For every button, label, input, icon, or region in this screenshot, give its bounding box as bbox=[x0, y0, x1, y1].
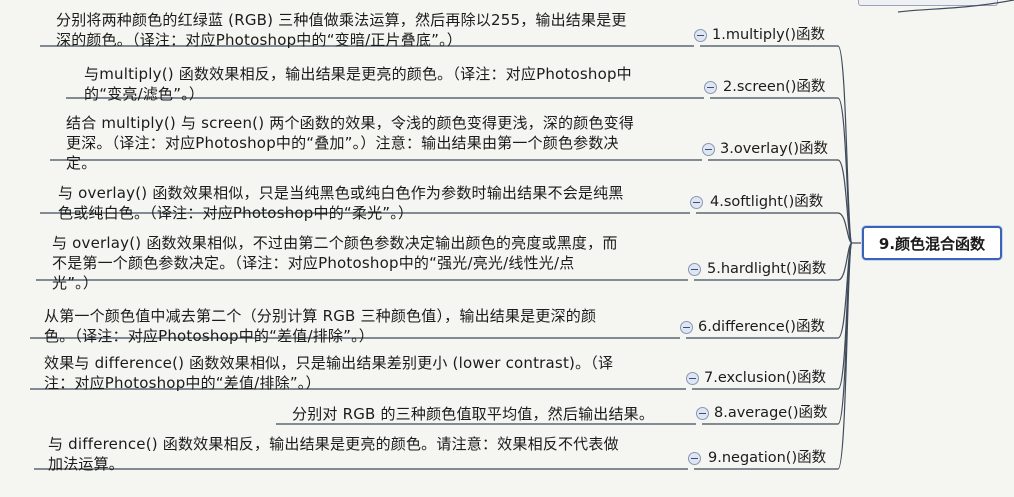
collapse-toggle-icon[interactable] bbox=[704, 81, 717, 94]
node-description-7[interactable]: 效果与 difference() 函数效果相似，只是输出结果差别更小 (lowe… bbox=[44, 353, 613, 393]
description-line: 色。（译注：对应Photoshop中的“差值/排除”。） bbox=[44, 327, 375, 345]
description-line: 注：对应Photoshop中的“差值/排除”。） bbox=[44, 374, 321, 392]
description-line: 加法运算。 bbox=[48, 455, 125, 473]
collapse-toggle-icon[interactable] bbox=[686, 372, 699, 385]
mindmap-canvas: 9.颜色混合函数 分别将两种颜色的红绿蓝 (RGB) 三种值做乘法运算，然后再除… bbox=[0, 0, 1014, 497]
node-description-3[interactable]: 结合 multiply() 与 screen() 两个函数的效果，令浅的颜色变得… bbox=[66, 113, 634, 173]
description-line: 不是第一个颜色参数决定。（译注：对应Photoshop中的“强光/亮光/线性光/… bbox=[52, 254, 575, 272]
description-line: 的“变亮/滤色”。） bbox=[84, 85, 205, 103]
node-description-8[interactable]: 分别对 RGB 的三种颜色值取平均值，然后输出结果。 bbox=[292, 404, 654, 424]
collapse-toggle-icon[interactable] bbox=[688, 263, 701, 276]
upper-connector bbox=[897, 0, 1014, 13]
collapse-toggle-icon[interactable] bbox=[680, 321, 693, 334]
node-description-1[interactable]: 分别将两种颜色的红绿蓝 (RGB) 三种值做乘法运算，然后再除以255，输出结果… bbox=[56, 10, 627, 50]
function-node-4[interactable]: 4.softlight()函数 bbox=[710, 192, 823, 212]
description-line: 光”。） bbox=[52, 274, 99, 292]
root-node[interactable]: 9.颜色混合函数 bbox=[862, 226, 1002, 260]
function-node-7[interactable]: 7.exclusion()函数 bbox=[704, 368, 826, 388]
collapse-toggle-icon[interactable] bbox=[696, 407, 709, 420]
node-description-5[interactable]: 与 overlay() 函数效果相似，不过由第二个颜色参数决定输出颜色的亮度或黑… bbox=[52, 233, 618, 293]
description-line: 分别对 RGB 的三种颜色值取平均值，然后输出结果。 bbox=[292, 405, 655, 423]
description-line: 结合 multiply() 与 screen() 两个函数的效果，令浅的颜色变得… bbox=[66, 114, 635, 132]
description-line: 定。 bbox=[66, 154, 97, 172]
function-node-1[interactable]: 1.multiply()函数 bbox=[712, 25, 825, 45]
node-description-9[interactable]: 与 difference() 函数效果相反，输出结果是更亮的颜色。请注意：效果相… bbox=[48, 434, 619, 474]
node-description-6[interactable]: 从第一个颜色值中减去第二个（分别计算 RGB 三种颜色值），输出结果是更深的颜色… bbox=[44, 306, 596, 346]
description-line: 效果与 difference() 函数效果相似，只是输出结果差别更小 (lowe… bbox=[44, 354, 614, 372]
description-line: 色或纯白色。（译注：对应Photoshop中的“柔光”。） bbox=[58, 204, 414, 222]
description-line: 深的颜色。（译注：对应Photoshop中的“变暗/正片叠底”。） bbox=[56, 31, 463, 49]
description-line: 与 overlay() 函数效果相似，只是当纯黑色或纯白色作为参数时输出结果不会… bbox=[58, 184, 624, 202]
collapse-toggle-icon[interactable] bbox=[690, 196, 703, 209]
function-node-2[interactable]: 2.screen()函数 bbox=[723, 77, 825, 97]
description-line: 从第一个颜色值中减去第二个（分别计算 RGB 三种颜色值），输出结果是更深的颜 bbox=[44, 307, 597, 325]
function-node-8[interactable]: 8.average()函数 bbox=[714, 403, 828, 423]
description-line: 与 overlay() 函数效果相似，不过由第二个颜色参数决定输出颜色的亮度或黑… bbox=[52, 234, 618, 252]
node-description-2[interactable]: 与multiply() 函数效果相反，输出结果是更亮的颜色。（译注：对应Phot… bbox=[84, 64, 632, 104]
node-description-4[interactable]: 与 overlay() 函数效果相似，只是当纯黑色或纯白色作为参数时输出结果不会… bbox=[58, 183, 624, 223]
collapse-toggle-icon[interactable] bbox=[694, 29, 707, 42]
description-line: 与 difference() 函数效果相反，输出结果是更亮的颜色。请注意：效果相… bbox=[48, 435, 619, 453]
description-line: 与multiply() 函数效果相反，输出结果是更亮的颜色。（译注：对应Phot… bbox=[84, 65, 632, 83]
collapse-toggle-icon[interactable] bbox=[688, 452, 701, 465]
function-node-9[interactable]: 9.negation()函数 bbox=[708, 448, 826, 468]
function-node-5[interactable]: 5.hardlight()函数 bbox=[707, 259, 826, 279]
function-node-3[interactable]: 3.overlay()函数 bbox=[720, 139, 828, 159]
collapse-toggle-icon[interactable] bbox=[702, 143, 715, 156]
description-line: 分别将两种颜色的红绿蓝 (RGB) 三种值做乘法运算，然后再除以255，输出结果… bbox=[56, 11, 627, 29]
function-node-6[interactable]: 6.difference()函数 bbox=[698, 317, 825, 337]
description-line: 更深。（译注：对应Photoshop中的“叠加”。）注意：输出结果由第一个颜色参… bbox=[66, 134, 619, 152]
